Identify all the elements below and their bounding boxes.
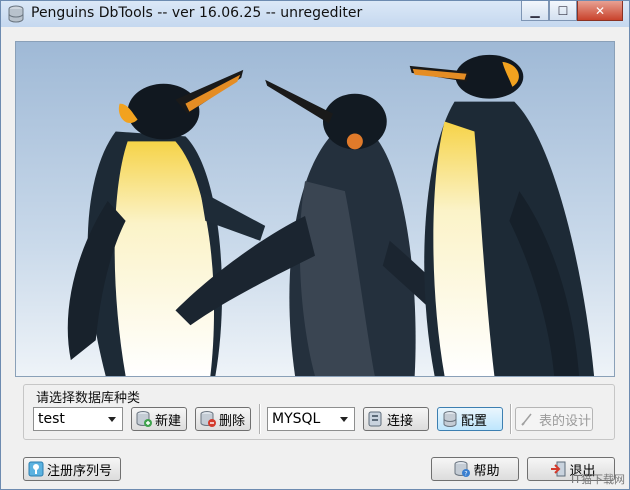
minimize-button[interactable]: ▁ — [521, 1, 549, 21]
database-connect-icon — [368, 411, 382, 427]
maximize-icon: ☐ — [557, 3, 569, 18]
config-button[interactable]: 配置 — [437, 407, 503, 431]
penguins-image — [15, 41, 615, 377]
maximize-button[interactable]: ☐ — [549, 1, 577, 21]
svg-text:?: ? — [465, 471, 468, 478]
database-config-icon — [443, 411, 457, 427]
close-button[interactable]: ✕ — [577, 1, 623, 21]
database-select-value: test — [38, 411, 65, 427]
register-key-icon — [28, 461, 44, 477]
watermark: IT猫下载网 — [571, 473, 625, 486]
close-icon: ✕ — [594, 3, 606, 18]
help-button-label: 帮助 — [473, 463, 500, 479]
database-type-value: MYSQL — [272, 411, 321, 427]
database-add-icon — [136, 411, 152, 427]
toolbar-separator — [510, 404, 512, 434]
database-group-label: 请选择数据库种类 — [35, 387, 142, 406]
database-icon — [8, 5, 24, 23]
toolbar-separator — [259, 404, 261, 434]
chevron-down-icon — [340, 417, 348, 422]
database-delete-icon — [200, 411, 216, 427]
config-button-label: 配置 — [461, 413, 488, 429]
help-button[interactable]: ? 帮助 — [431, 457, 519, 481]
chevron-down-icon — [108, 417, 116, 422]
title-bar[interactable]: Penguins DbTools -- ver 16.06.25 -- unre… — [1, 1, 629, 27]
register-button[interactable]: 注册序列号 — [23, 457, 121, 481]
table-design-button[interactable]: 表的设计 — [515, 407, 593, 431]
connect-button-label: 连接 — [387, 413, 414, 429]
exit-icon — [551, 461, 566, 477]
table-design-button-label: 表的设计 — [539, 413, 592, 429]
database-type-select[interactable]: MYSQL — [267, 407, 355, 431]
delete-button-label: 删除 — [219, 413, 246, 429]
delete-button[interactable]: 删除 — [195, 407, 251, 431]
help-icon: ? — [454, 461, 471, 478]
new-button[interactable]: 新建 — [131, 407, 187, 431]
window-title: Penguins DbTools -- ver 16.06.25 -- unre… — [31, 5, 363, 21]
minimize-icon: ▁ — [530, 3, 540, 18]
new-button-label: 新建 — [155, 413, 182, 429]
database-select[interactable]: test — [33, 407, 123, 431]
table-design-icon — [521, 413, 532, 426]
connect-button[interactable]: 连接 — [363, 407, 429, 431]
app-window: Penguins DbTools -- ver 16.06.25 -- unre… — [0, 0, 630, 490]
register-button-label: 注册序列号 — [47, 463, 113, 479]
